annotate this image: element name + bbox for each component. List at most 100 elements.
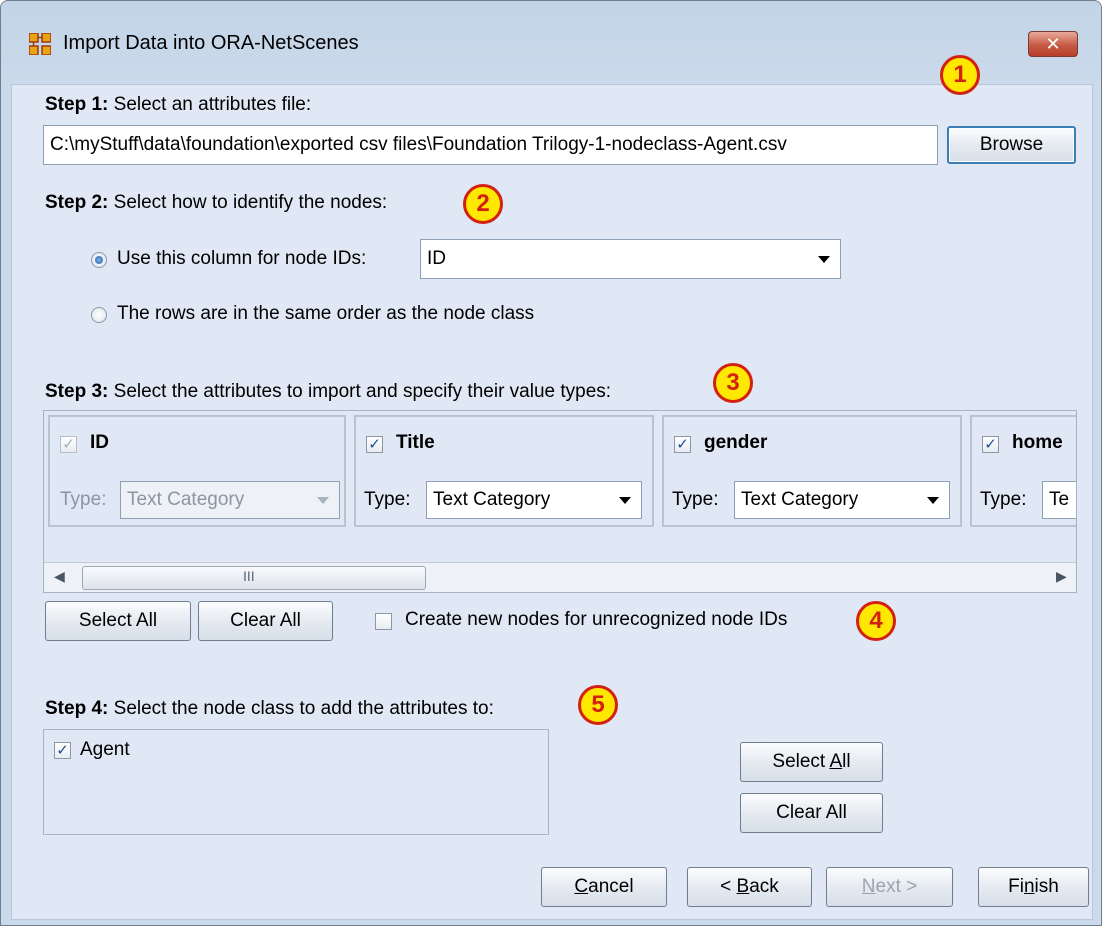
node-id-column-value: ID xyxy=(427,248,446,269)
cancel-button[interactable]: Cancel xyxy=(541,867,667,907)
button-label: Clear All xyxy=(230,610,301,631)
attribute-card: ✓ ID Type: Text Category xyxy=(48,415,346,527)
node-class-list: ✓ Agent xyxy=(43,729,549,835)
scroll-grip: III xyxy=(243,568,255,584)
clear-all-attributes-button[interactable]: Clear All xyxy=(198,601,333,641)
type-value: Text Category xyxy=(433,489,551,510)
file-path-value: C:\myStuff\data\foundation\exported csv … xyxy=(50,134,787,155)
type-select[interactable]: Text Category xyxy=(734,481,950,519)
step2-bold: Step 2: xyxy=(45,192,109,213)
button-label: Cancel xyxy=(574,876,633,898)
mnemonic-key: B xyxy=(736,876,750,897)
type-select[interactable]: Te xyxy=(1042,481,1076,519)
label-part: ext > xyxy=(875,876,918,897)
callout-number: 4 xyxy=(869,607,883,634)
button-label: Finish xyxy=(1008,876,1059,898)
attribute-checkbox[interactable]: ✓ xyxy=(982,436,999,453)
attribute-card: ✓ Title Type: Text Category xyxy=(354,415,654,527)
finish-button[interactable]: Finish xyxy=(978,867,1089,907)
node-id-column-select[interactable]: ID xyxy=(420,239,841,279)
attribute-checkbox[interactable]: ✓ xyxy=(60,436,77,453)
step4-bold: Step 4: xyxy=(45,698,109,719)
button-label: Select All xyxy=(78,610,158,631)
label-part: < xyxy=(720,876,737,897)
label-part: Select xyxy=(772,751,830,772)
chevron-down-icon xyxy=(927,497,939,504)
step3-text: Select the attributes to import and spec… xyxy=(113,381,612,402)
type-select[interactable]: Text Category xyxy=(120,481,340,519)
scroll-left-icon[interactable]: ◀ xyxy=(54,568,65,585)
node-class-checkbox[interactable]: ✓ xyxy=(54,742,71,759)
label-part: ancel xyxy=(588,876,634,897)
ora-app-icon xyxy=(29,33,51,55)
label-part: ish xyxy=(1034,876,1059,897)
select-all-attributes-button[interactable]: Select All xyxy=(45,601,191,641)
button-label: < Back xyxy=(720,876,779,898)
step4-label: Step 4: Select the node class to add the… xyxy=(45,698,494,720)
clear-all-node-classes-button[interactable]: Clear All xyxy=(740,793,883,833)
step1-label: Step 1: Select an attributes file: xyxy=(45,94,311,116)
callout-5: 5 xyxy=(578,685,618,725)
type-value: Te xyxy=(1049,489,1070,510)
attribute-name: ID xyxy=(90,432,109,453)
browse-label: Browse xyxy=(979,134,1044,155)
attribute-card: ✓ home Type: Te xyxy=(970,415,1076,527)
browse-button[interactable]: Browse xyxy=(947,126,1076,164)
label-part: Fi xyxy=(1008,876,1024,897)
chevron-down-icon xyxy=(619,497,631,504)
label-part: ack xyxy=(749,876,779,897)
button-label: Next > xyxy=(862,876,917,898)
type-label: Type: xyxy=(672,489,719,510)
select-all-node-classes-button[interactable]: Select All xyxy=(740,742,883,782)
window-title: Import Data into ORA-NetScenes xyxy=(63,32,359,54)
type-label: Type: xyxy=(980,489,1027,510)
create-nodes-label: Create new nodes for unrecognized node I… xyxy=(405,609,788,630)
step2-text: Select how to identify the nodes: xyxy=(113,192,388,213)
step3-bold: Step 3: xyxy=(45,381,109,402)
dialog-window: Import Data into ORA-NetScenes ✕ Step 1:… xyxy=(0,0,1102,926)
attribute-name: gender xyxy=(704,432,768,453)
title-bar[interactable]: Import Data into ORA-NetScenes ✕ xyxy=(1,1,1101,89)
attribute-name: Title xyxy=(396,432,435,453)
callout-2: 2 xyxy=(463,184,503,224)
next-button[interactable]: Next > xyxy=(826,867,953,907)
callout-number: 3 xyxy=(726,369,740,396)
scroll-right-icon[interactable]: ▶ xyxy=(1056,568,1067,585)
step1-text: Select an attributes file: xyxy=(113,94,312,115)
scroll-thumb[interactable]: III xyxy=(82,566,426,590)
callout-4: 4 xyxy=(856,601,896,641)
callout-number: 1 xyxy=(953,61,967,88)
close-icon: ✕ xyxy=(1045,33,1061,54)
back-button[interactable]: < Back xyxy=(687,867,812,907)
type-select[interactable]: Text Category xyxy=(426,481,642,519)
step4-text: Select the node class to add the attribu… xyxy=(113,698,494,719)
callout-1: 1 xyxy=(940,55,980,95)
attribute-checkbox[interactable]: ✓ xyxy=(366,436,383,453)
chevron-down-icon xyxy=(317,497,329,504)
mnemonic-key: C xyxy=(574,876,589,897)
chevron-down-icon xyxy=(818,256,830,263)
mnemonic-key: n xyxy=(1023,876,1035,897)
use-column-radio[interactable] xyxy=(91,252,107,268)
list-item[interactable]: ✓ Agent xyxy=(44,730,548,764)
horizontal-scrollbar[interactable]: ◀ III ▶ xyxy=(44,562,1076,592)
use-column-label: Use this column for node IDs: xyxy=(117,248,367,269)
mnemonic-key: N xyxy=(861,876,876,897)
button-label: Select All xyxy=(772,751,850,773)
create-nodes-checkbox[interactable] xyxy=(375,613,392,630)
label-part: ll xyxy=(842,751,851,772)
same-order-radio[interactable] xyxy=(91,307,107,323)
type-value: Text Category xyxy=(127,489,245,510)
step1-bold: Step 1: xyxy=(45,94,109,115)
type-label: Type: xyxy=(364,489,411,510)
callout-number: 5 xyxy=(591,691,605,718)
file-path-input[interactable]: C:\myStuff\data\foundation\exported csv … xyxy=(43,125,938,165)
step3-label: Step 3: Select the attributes to import … xyxy=(45,381,611,403)
close-button[interactable]: ✕ xyxy=(1028,31,1078,57)
mnemonic-key: A xyxy=(829,751,843,772)
attribute-card: ✓ gender Type: Text Category xyxy=(662,415,962,527)
step2-label: Step 2: Select how to identify the nodes… xyxy=(45,192,387,214)
button-label: Clear All xyxy=(776,802,847,823)
callout-number: 2 xyxy=(476,190,490,217)
attribute-checkbox[interactable]: ✓ xyxy=(674,436,691,453)
